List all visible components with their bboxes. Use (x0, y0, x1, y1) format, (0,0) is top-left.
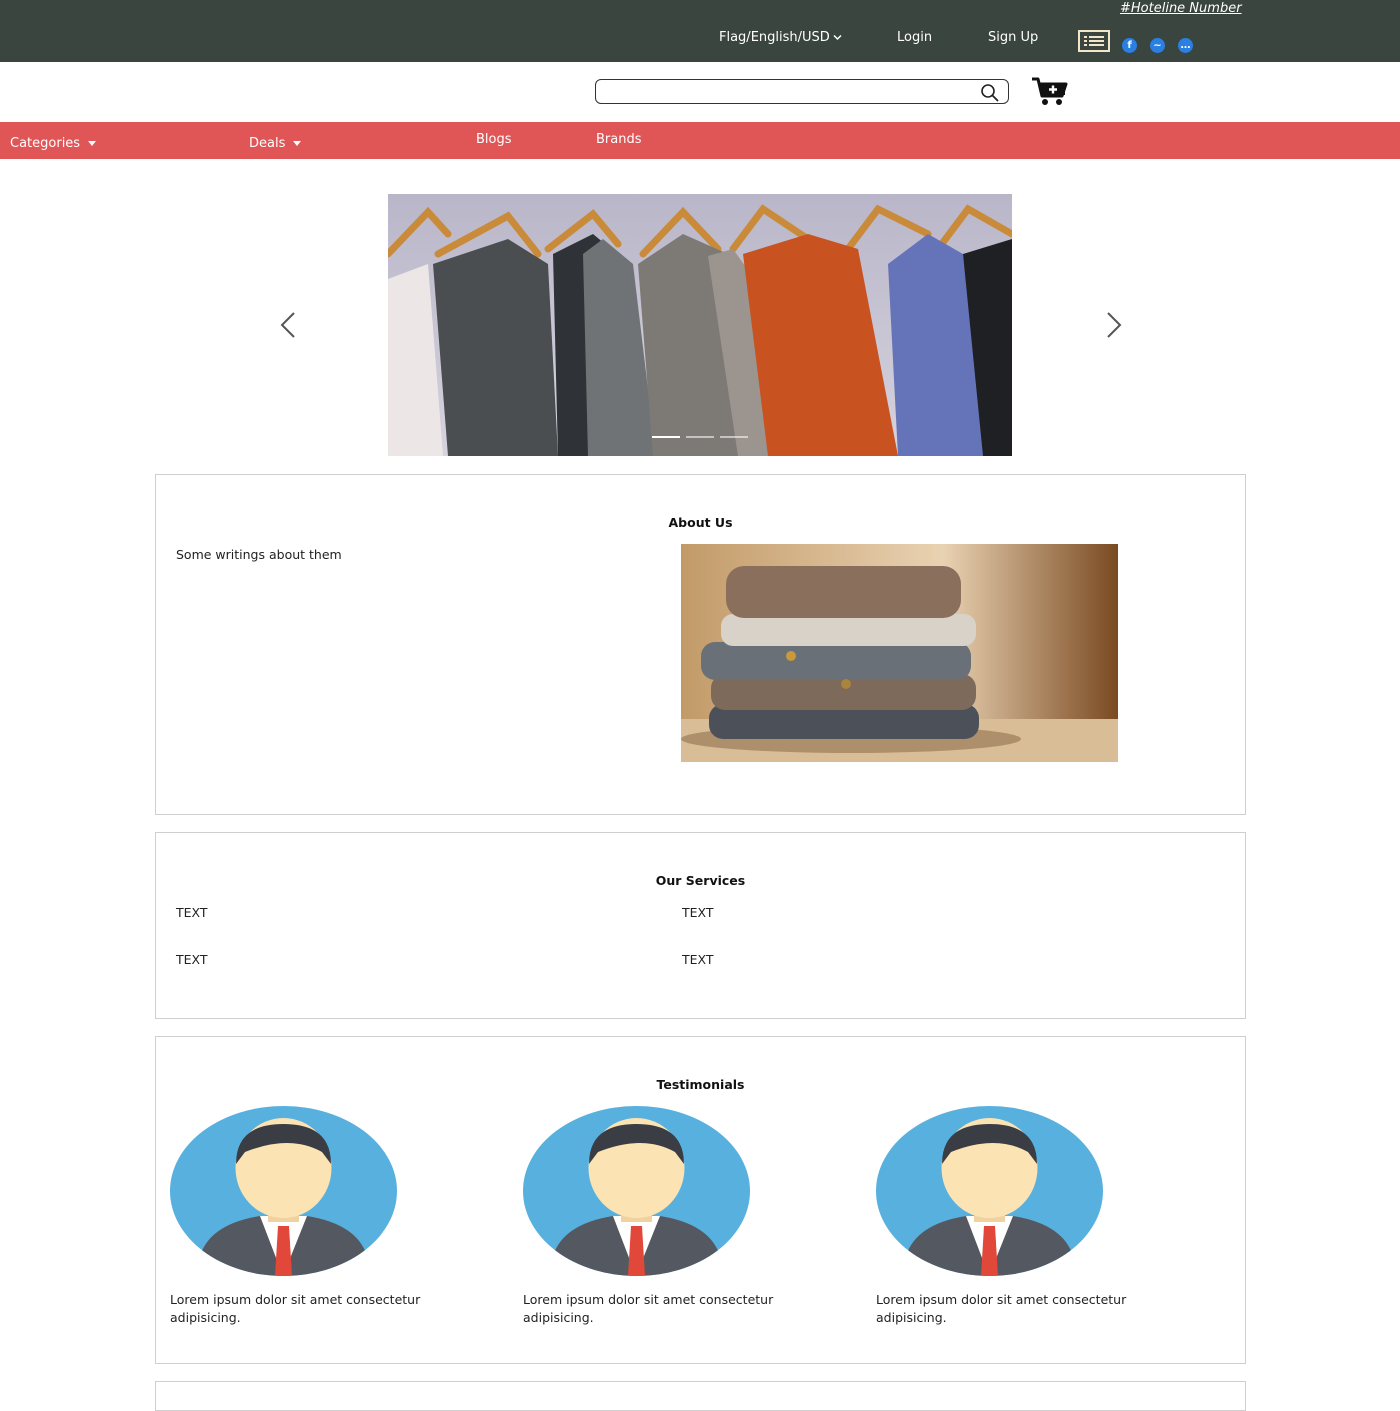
login-link[interactable]: Login (897, 30, 932, 45)
chat-icon[interactable]: … (1178, 38, 1193, 53)
services-section: Our Services TEXT TEXT TEXT TEXT (155, 832, 1246, 1019)
avatar (523, 1106, 750, 1276)
about-image-sweater-stack (681, 544, 1118, 762)
service-item: TEXT (176, 905, 208, 920)
cart-icon[interactable] (1030, 76, 1070, 108)
services-title: Our Services (655, 873, 746, 888)
nav-brands[interactable]: Brands (596, 132, 642, 147)
about-section: About Us Some writings about them (155, 474, 1246, 815)
search-box (595, 79, 1009, 104)
facebook-icon[interactable]: f (1122, 38, 1137, 53)
carousel-indicator-2[interactable] (686, 436, 714, 438)
top-bar: #Hoteline Number Flag/English/USD Login … (0, 0, 1400, 62)
about-title: About Us (668, 515, 733, 530)
chevron-down-icon (833, 30, 842, 45)
nav-deals-label: Deals (249, 136, 286, 151)
main-nav: Categories Deals Blogs Brands (0, 122, 1400, 159)
carousel-prev-arrow-icon[interactable] (276, 310, 300, 340)
nav-blogs[interactable]: Blogs (476, 132, 512, 147)
messenger-icon[interactable]: ~ (1150, 38, 1165, 53)
hotline-link[interactable]: #Hoteline Number (1120, 1, 1242, 16)
caret-down-icon (88, 141, 97, 146)
testimonial-text: Lorem ipsum dolor sit amet consectetur a… (876, 1292, 1127, 1325)
testimonial-text: Lorem ipsum dolor sit amet consectetur a… (523, 1292, 774, 1325)
service-item: TEXT (682, 952, 714, 967)
language-currency-dropdown[interactable]: Flag/English/USD (719, 30, 842, 45)
avatar (170, 1106, 397, 1276)
signup-link[interactable]: Sign Up (988, 30, 1038, 45)
search-input[interactable] (604, 83, 968, 102)
search-icon[interactable] (980, 83, 1000, 103)
service-item: TEXT (682, 905, 714, 920)
nav-deals[interactable]: Deals (249, 136, 302, 151)
carousel-image-clothes-on-hangers (388, 194, 1012, 456)
language-label: Flag/English/USD (719, 30, 830, 45)
carousel-next-arrow-icon[interactable] (1102, 310, 1126, 340)
carousel-indicator-1[interactable] (652, 436, 680, 438)
carousel-indicator-3[interactable] (720, 436, 748, 438)
nav-categories[interactable]: Categories (10, 136, 97, 151)
list-icon[interactable] (1078, 30, 1110, 52)
avatar (876, 1106, 1103, 1276)
next-section-partial (155, 1381, 1246, 1411)
about-text: Some writings about them (176, 547, 342, 562)
caret-down-icon (293, 141, 302, 146)
nav-categories-label: Categories (10, 136, 81, 151)
testimonials-title: Testimonials (656, 1077, 745, 1092)
testimonial-text: Lorem ipsum dolor sit amet consectetur a… (170, 1292, 421, 1325)
service-item: TEXT (176, 952, 208, 967)
